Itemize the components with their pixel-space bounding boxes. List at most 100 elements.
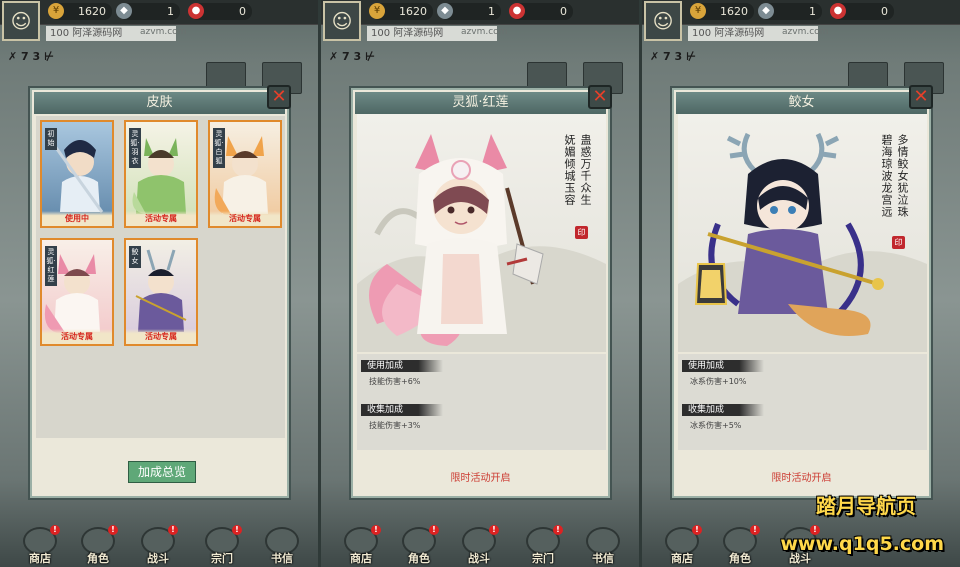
alert-badge: ! bbox=[553, 525, 563, 535]
use-bonus-value: 冰系伤害+10% bbox=[690, 377, 747, 386]
nav-label: 角色 bbox=[408, 552, 430, 565]
nav-label: 商店 bbox=[671, 552, 693, 565]
bottom-nav: ! 商店 ! 角色 ! 战斗 ! 宗门 书信 bbox=[321, 525, 639, 567]
gold-counter: ¥1620 bbox=[369, 3, 433, 20]
dialog-title: 皮肤 bbox=[34, 92, 285, 114]
close-button[interactable]: ✕ bbox=[267, 85, 291, 109]
nav-label: 宗门 bbox=[532, 552, 554, 565]
nav-mail[interactable]: 书信 bbox=[258, 527, 306, 567]
nav-battle[interactable]: ! 战斗 bbox=[134, 525, 182, 567]
watermark-title: 踏月导航页 bbox=[816, 494, 916, 518]
dialog-title: 灵狐·红莲 bbox=[355, 92, 606, 114]
skin-tag: 初始 bbox=[45, 128, 57, 150]
collect-bonus-label: 收集加成 bbox=[682, 404, 764, 416]
use-bonus-label: 使用加成 bbox=[361, 360, 443, 372]
gold-counter: ¥1620 bbox=[48, 3, 112, 20]
player-avatar[interactable]: ☺ bbox=[323, 1, 361, 41]
alert-badge: ! bbox=[168, 525, 178, 535]
alert-badge: ! bbox=[371, 525, 381, 535]
gold-coin-icon: ¥ bbox=[48, 3, 64, 19]
use-bonus-label: 使用加成 bbox=[682, 360, 764, 372]
skin-card-shark-maiden[interactable]: 鲛女 活动专属 bbox=[124, 238, 198, 346]
skin-card-default[interactable]: 初始 使用中 bbox=[40, 120, 114, 228]
nav-mail[interactable]: 书信 bbox=[579, 527, 627, 567]
nav-label: 书信 bbox=[271, 552, 293, 565]
alert-badge: ! bbox=[429, 525, 439, 535]
skin-tag: 鲛女 bbox=[129, 246, 141, 268]
red-orb-counter: ● 0 bbox=[830, 3, 894, 20]
skin-status: 活动专属 bbox=[42, 329, 112, 344]
red-orb-counter: ● 0 bbox=[509, 3, 573, 20]
screen-skin-list: ¥1620 ◆ 1 ● 0 ☺ 100 阿泽源码网 azvm.com ✗ 7 3 ⊬… bbox=[0, 0, 318, 567]
player-id-suffix: azvm.com bbox=[140, 27, 187, 37]
alert-badge: ! bbox=[108, 525, 118, 535]
alert-badge: ! bbox=[232, 525, 242, 535]
player-id-suffix: azvm.com bbox=[782, 27, 829, 37]
rank-tag: ✗ 7 3 ⊬ bbox=[8, 50, 55, 63]
nav-sect[interactable]: ! 宗门 bbox=[198, 525, 246, 567]
bonus-summary-button[interactable]: 加成总览 bbox=[128, 461, 196, 483]
player-avatar[interactable]: ☺ bbox=[644, 1, 682, 41]
seal-stamp-icon: 印 bbox=[575, 226, 588, 239]
skin-card-fox-red-lotus[interactable]: 灵狐·红莲 活动专属 bbox=[40, 238, 114, 346]
bottom-nav: ! 商店 ! 角色 ! 战斗 ! 宗门 书信 bbox=[0, 525, 318, 567]
gem-counter: ◆ 1 bbox=[758, 3, 822, 20]
nav-hero[interactable]: ! 角色 bbox=[716, 525, 764, 567]
resource-bar: ¥1620 ◆ 1 ● 0 bbox=[642, 0, 960, 25]
limited-event-notice: 限时活动开启 bbox=[771, 473, 832, 484]
skin-tag: 灵狐·白狐 bbox=[213, 128, 225, 168]
nav-shop[interactable]: ! 商店 bbox=[16, 525, 64, 567]
nav-label: 角色 bbox=[729, 552, 751, 565]
dialog-title: 鲛女 bbox=[676, 92, 927, 114]
skin-artwork: 妩媚倾城玉容 蛊惑万千众生 印 bbox=[357, 114, 606, 352]
nav-hero[interactable]: ! 角色 bbox=[395, 525, 443, 567]
bonus-panel: 使用加成 冰系伤害+10% 收集加成 冰系伤害+5% bbox=[678, 354, 927, 450]
skin-status: 使用中 bbox=[42, 211, 112, 226]
nav-label: 商店 bbox=[29, 552, 51, 565]
rank-tag: ✗ 7 3 ⊬ bbox=[329, 50, 376, 63]
nav-battle[interactable]: ! 战斗 bbox=[455, 525, 503, 567]
seal-stamp-icon: 印 bbox=[892, 236, 905, 249]
nav-shop[interactable]: ! 商店 bbox=[337, 525, 385, 567]
limited-event-notice: 限时活动开启 bbox=[450, 473, 511, 484]
close-button[interactable]: ✕ bbox=[909, 85, 933, 109]
skin-card-fox-green[interactable]: 灵狐·羽衣 活动专属 bbox=[124, 120, 198, 228]
poem-line: 妩媚倾城玉容 bbox=[563, 134, 576, 206]
player-avatar[interactable]: ☺ bbox=[2, 1, 40, 41]
skin-status: 活动专属 bbox=[126, 329, 196, 344]
close-button[interactable]: ✕ bbox=[588, 85, 612, 109]
screen-shark-skin-detail: ¥1620 ◆ 1 ● 0 ☺ 100 阿泽源码网 azvm.com ✗ 7 3 ⊬… bbox=[642, 0, 960, 567]
skin-status: 活动专属 bbox=[126, 211, 196, 226]
nav-shop[interactable]: ! 商店 bbox=[658, 525, 706, 567]
nav-label: 宗门 bbox=[211, 552, 233, 565]
skin-detail-dialog: 鲛女 ✕ 碧海琼波龙宫远 多情鲛女犹泣珠 印 使用加成 冰系伤害+10% 收集加… bbox=[670, 85, 933, 500]
collect-bonus-value: 技能伤害+3% bbox=[369, 421, 421, 430]
collect-bonus-value: 冰系伤害+5% bbox=[690, 421, 742, 430]
skin-card-fox-orange[interactable]: 灵狐·白狐 活动专属 bbox=[208, 120, 282, 228]
poem-line: 碧海琼波龙宫远 bbox=[880, 134, 893, 218]
skin-artwork: 碧海琼波龙宫远 多情鲛女犹泣珠 印 bbox=[678, 114, 927, 352]
use-bonus-value: 技能伤害+6% bbox=[369, 377, 421, 386]
gold-coin-icon: ¥ bbox=[369, 3, 385, 19]
red-orb-counter: ● 0 bbox=[188, 3, 252, 20]
nav-label: 商店 bbox=[350, 552, 372, 565]
screen-fox-skin-detail: ¥1620 ◆ 1 ● 0 ☺ 100 阿泽源码网 azvm.com ✗ 7 3 ⊬… bbox=[321, 0, 639, 567]
nav-label: 角色 bbox=[87, 552, 109, 565]
nav-hero[interactable]: ! 角色 bbox=[74, 525, 122, 567]
poem-line: 多情鲛女犹泣珠 bbox=[896, 134, 909, 218]
collect-bonus-label: 收集加成 bbox=[361, 404, 443, 416]
nav-label: 战斗 bbox=[468, 552, 490, 565]
resource-bar: ¥1620 ◆ 1 ● 0 bbox=[0, 0, 318, 25]
gem-icon: ◆ bbox=[437, 3, 453, 19]
red-orb-icon: ● bbox=[188, 3, 204, 19]
gold-counter: ¥1620 bbox=[690, 3, 754, 20]
red-orb-icon: ● bbox=[830, 3, 846, 19]
alert-badge: ! bbox=[750, 525, 760, 535]
gem-counter: ◆ 1 bbox=[116, 3, 180, 20]
skin-tag: 灵狐·羽衣 bbox=[129, 128, 141, 168]
nav-sect[interactable]: ! 宗门 bbox=[519, 525, 567, 567]
watermark-url: www.q1q5.com bbox=[780, 533, 944, 555]
rank-tag: ✗ 7 3 ⊬ bbox=[650, 50, 697, 63]
skin-dialog: 皮肤 ✕ 初始 使用中 灵狐·羽衣 活动专属 灵狐·白狐 活动专属 灵狐·红莲 … bbox=[28, 85, 291, 500]
nav-label: 书信 bbox=[592, 552, 614, 565]
